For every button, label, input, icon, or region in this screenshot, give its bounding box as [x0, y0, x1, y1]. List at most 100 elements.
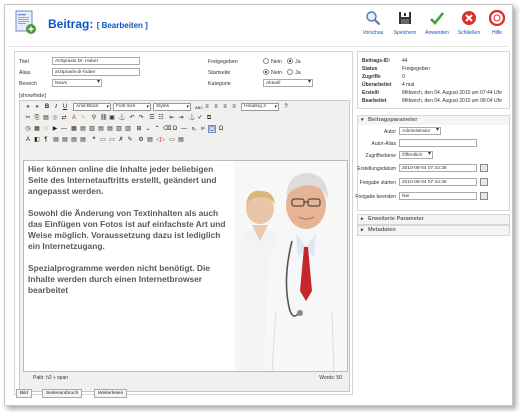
extended-params-header[interactable]: ▸ Erweiterte Parameter	[358, 215, 509, 224]
clear-format-icon[interactable]: ⌫	[162, 125, 171, 133]
kategorie-select[interactable]: Aktuell	[263, 79, 313, 87]
apply-button[interactable]: Anwenden	[424, 10, 450, 42]
style-props-icon[interactable]: A	[24, 136, 32, 144]
char-map-icon[interactable]: Ω	[171, 125, 179, 133]
italic-button[interactable]: I	[52, 103, 60, 111]
remove-format-icon[interactable]: —	[180, 125, 188, 133]
template-icon[interactable]: ▤	[146, 136, 154, 144]
delete-row-icon[interactable]: ▤	[106, 125, 114, 133]
save-button[interactable]: Speichern	[392, 10, 418, 42]
freigegeben-nein-radio[interactable]	[263, 58, 269, 64]
highlight-icon[interactable]: ✎	[79, 114, 87, 122]
autor-select[interactable]: Administrator	[399, 127, 441, 135]
undo-icon[interactable]: ↶	[128, 114, 136, 122]
align-left-icon[interactable]: ≡	[203, 103, 211, 111]
cite-icon[interactable]: ❝	[90, 136, 98, 144]
bullet-icon[interactable]: ●	[33, 103, 41, 111]
bereich-select[interactable]: News	[52, 79, 102, 87]
fullscreen-icon[interactable]: ▢	[208, 125, 216, 133]
readmore-button[interactable]: Weiterlesen	[94, 389, 128, 398]
zugriff-select[interactable]: Öffentlich	[399, 151, 433, 159]
font-family-select[interactable]: Arial Black	[73, 103, 111, 111]
visual-aid-icon[interactable]: ⊞	[135, 125, 143, 133]
abc-icon[interactable]: ABC	[194, 103, 203, 111]
bullet-list-icon[interactable]: ☰	[148, 114, 156, 122]
acronym-icon[interactable]: ▭	[108, 136, 116, 144]
layer-icon[interactable]: ▤	[61, 136, 69, 144]
editor-content-area[interactable]: Hier können online die Inhalte jeder bel…	[23, 160, 348, 372]
sub-icon[interactable]: ⌄	[144, 125, 152, 133]
calendar-icon[interactable]	[480, 178, 488, 186]
find-icon[interactable]: ◎	[51, 114, 59, 122]
row-props-icon[interactable]: ▤	[79, 125, 87, 133]
paste-icon[interactable]: ▤	[42, 114, 50, 122]
text-color-icon[interactable]: A	[70, 114, 78, 122]
align-right-icon[interactable]: ≡	[221, 103, 229, 111]
insert-date-icon[interactable]: ▦	[33, 125, 41, 133]
emoticon-icon[interactable]: ☺	[42, 125, 50, 133]
bullet-icon[interactable]: ●	[24, 103, 32, 111]
hr-icon[interactable]: —	[60, 125, 68, 133]
font-size-select[interactable]: Font size	[113, 103, 151, 111]
cut-icon[interactable]: ✂	[24, 114, 32, 122]
link-icon[interactable]: ⚲	[90, 114, 98, 122]
pilcrow-icon[interactable]: ¶	[42, 136, 50, 144]
special-char-icon[interactable]: Ω	[217, 125, 225, 133]
insert-col-icon[interactable]: ▥	[115, 125, 123, 133]
calendar-icon[interactable]	[480, 164, 488, 172]
table-icon[interactable]: ▦	[70, 125, 78, 133]
redo-icon[interactable]: ↷	[137, 114, 145, 122]
layer-icon[interactable]: ▤	[52, 136, 60, 144]
startseite-ja-radio[interactable]	[287, 69, 293, 75]
align-center-icon[interactable]: ≡	[212, 103, 220, 111]
pagebreak-icon[interactable]: ◁▷	[155, 136, 165, 144]
starten-input[interactable]: 2010-08-04 07:44:36	[399, 178, 477, 186]
extended-params-pane[interactable]: ▸ Erweiterte Parameter	[357, 214, 510, 225]
numbered-list-icon[interactable]: ☷	[157, 114, 165, 122]
insert-row-icon[interactable]: ▤	[97, 125, 105, 133]
del-icon[interactable]: ✗	[117, 136, 125, 144]
beenden-input[interactable]: Nie	[399, 192, 477, 200]
replace-icon[interactable]: ⇄	[60, 114, 68, 122]
image-button[interactable]: Bild	[16, 389, 32, 398]
html-icon[interactable]: ⧉	[205, 114, 213, 122]
cleanup-icon[interactable]: ✓	[196, 114, 204, 122]
startseite-nein-radio[interactable]	[263, 69, 269, 75]
anchor-icon[interactable]: ⚓	[117, 114, 125, 122]
help-button[interactable]: Hilfe	[484, 9, 510, 42]
unlink-icon[interactable]: ⛓	[99, 114, 108, 122]
styles-select[interactable]: Styles	[153, 103, 191, 111]
sup-icon[interactable]: ⌃	[153, 125, 161, 133]
media-icon[interactable]: ▶	[51, 125, 59, 133]
delete-col-icon[interactable]: ▥	[124, 125, 132, 133]
titel-input[interactable]: Arztpraxis Dr. Huber	[52, 57, 140, 65]
preview-button[interactable]: Vorschau	[360, 10, 386, 42]
outdent-icon[interactable]: ⇤	[168, 114, 176, 122]
subscript-icon[interactable]: x₂	[190, 125, 198, 133]
calendar-icon[interactable]	[480, 192, 488, 200]
image-icon[interactable]: ▣	[108, 114, 116, 122]
alias-input[interactable]: arztpraxis-dr-huber	[52, 68, 140, 76]
params-header[interactable]: ▾ Beitragsparameter	[358, 116, 509, 125]
blockquote-icon[interactable]: ▤	[177, 136, 185, 144]
layer-icon[interactable]: ▤	[79, 136, 87, 144]
bold-button[interactable]: B	[43, 103, 51, 111]
help-icon[interactable]: ?	[282, 103, 290, 111]
ins-icon[interactable]: ✎	[126, 136, 134, 144]
close-button[interactable]: Schließen	[456, 10, 482, 42]
superscript-icon[interactable]: x²	[199, 125, 207, 133]
underline-button[interactable]: U	[61, 103, 69, 111]
align-justify-icon[interactable]: ≡	[230, 103, 238, 111]
autor-alias-input[interactable]	[399, 139, 477, 147]
anchor-icon[interactable]: ⚓	[187, 114, 195, 122]
abbr-icon[interactable]: ▭	[99, 136, 107, 144]
erstellung-input[interactable]: 2010-08-04 07:44:36	[399, 164, 477, 172]
metadata-header[interactable]: ▸ Metadaten	[358, 226, 509, 235]
heading-select[interactable]: Heading 2	[241, 103, 279, 111]
freigegeben-ja-radio[interactable]	[287, 58, 293, 64]
indent-icon[interactable]: ⇥	[177, 114, 185, 122]
copy-icon[interactable]: ⎘	[33, 114, 41, 122]
attribs-icon[interactable]: ⚙	[137, 136, 145, 144]
insert-time-icon[interactable]: ◷	[24, 125, 32, 133]
show-hide-link[interactable]: [show/hide]	[19, 93, 46, 99]
